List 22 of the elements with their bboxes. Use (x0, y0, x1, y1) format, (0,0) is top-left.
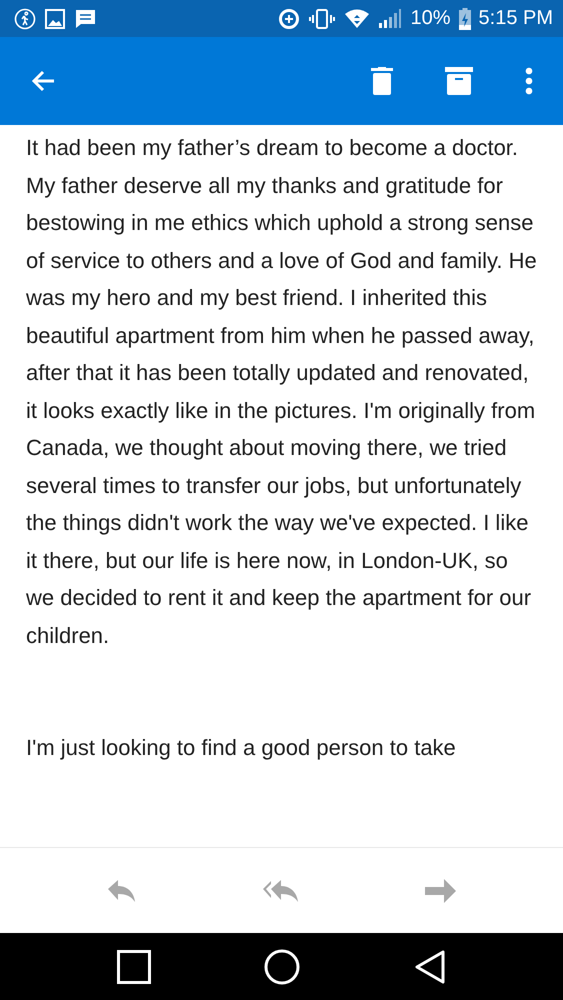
battery-charging-icon (458, 8, 471, 30)
battery-percentage: 10% (410, 7, 451, 30)
back-arrow-icon (30, 69, 56, 93)
home-icon[interactable] (264, 948, 300, 984)
reply-arrow-icon (106, 878, 136, 902)
recent-apps-icon[interactable] (116, 950, 151, 984)
image-icon (44, 8, 66, 30)
clock: 5:15 PM (478, 7, 553, 30)
reply-all-arrows-icon (262, 878, 300, 902)
right-arrow-icon (424, 878, 456, 902)
message-icon (74, 8, 96, 30)
back-icon[interactable] (414, 950, 446, 984)
message-paragraph: I'm just looking to find a good person to take (26, 734, 457, 762)
walking-figure-icon (14, 8, 36, 30)
archive-box-icon (445, 67, 473, 95)
vibrate-icon (308, 8, 336, 30)
wifi-icon (344, 8, 370, 30)
trash-icon (371, 67, 393, 95)
data-saver-icon (278, 8, 300, 30)
signal-icon (378, 8, 402, 30)
more-vertical-icon (525, 67, 533, 95)
message-paragraph: It had been my father’s dream to become a doctor. My father deserve all my thanks and gratitude for bestowing in me ethics which uphold a strong sense of service to others and a love of God and family. He was my hero and my best friend. I inherited this beautiful apartment from him when he passed away, after that it has been totally updated and renovated, it looks exactly like in the pictures. I'm originally from Canada, we thought about moving there, we tried several times to transfer our jobs, but unfortunately the things didn't work the way we've expected. I like it there, but our life is here now, in London-UK, so we decided to rent it and keep the apartment for our children. (26, 134, 537, 650)
